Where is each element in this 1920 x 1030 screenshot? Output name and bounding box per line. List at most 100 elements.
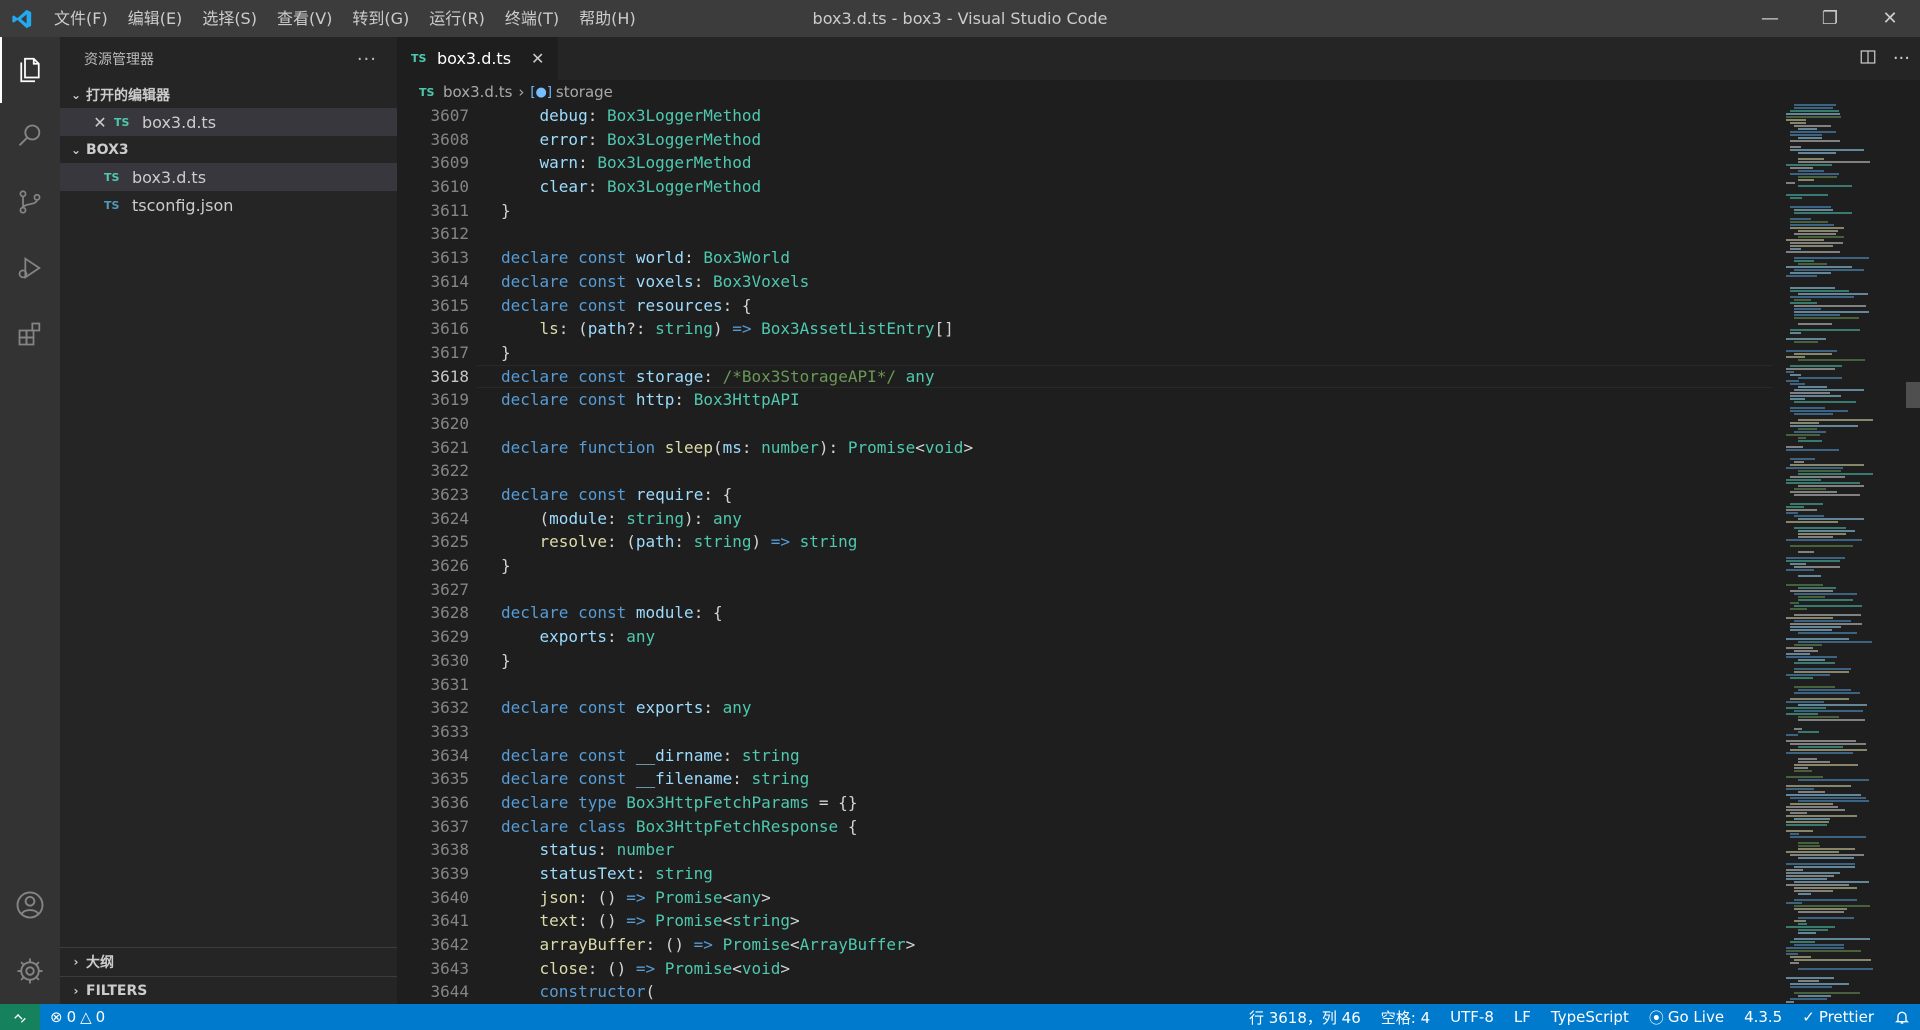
menu-item[interactable]: 终端(T) (495, 0, 569, 37)
code-token: const (578, 698, 627, 718)
minimap-line (1798, 551, 1814, 553)
code-token: declare (501, 792, 569, 812)
close-icon[interactable]: ✕ (531, 49, 544, 68)
end-of-line[interactable]: LF (1504, 1004, 1541, 1030)
minimap-line (1794, 353, 1832, 355)
minimap-line (1798, 704, 1867, 706)
minimap-line (1798, 800, 1869, 802)
restore-icon[interactable]: ❐ (1800, 0, 1860, 37)
minimap-line (1786, 467, 1843, 469)
split-editor-icon[interactable] (1859, 48, 1877, 70)
open-editor-item[interactable]: ✕ TS box3.d.ts (60, 108, 397, 136)
code-token: const (578, 366, 627, 386)
minimap-line (1790, 131, 1836, 133)
search-icon[interactable] (0, 103, 60, 169)
encoding[interactable]: UTF-8 (1440, 1004, 1504, 1030)
tab-box3-d-ts[interactable]: TS box3.d.ts ✕ (397, 37, 559, 80)
code-token: Promise (655, 887, 723, 907)
code-token: clear (501, 177, 588, 197)
more-actions-icon[interactable]: ··· (1893, 48, 1910, 69)
minimize-icon[interactable]: — (1740, 0, 1800, 37)
minimap-line (1798, 893, 1811, 895)
code-text: error: Box3LoggerMethod (501, 128, 762, 152)
language-mode[interactable]: TypeScript (1541, 1004, 1639, 1030)
code-token: => (626, 887, 646, 907)
minimap-line (1790, 224, 1834, 226)
problems-indicator[interactable]: ⊗ 0 △ 0 (40, 1004, 115, 1030)
minimap-line (1786, 740, 1856, 742)
menu-item[interactable]: 选择(S) (192, 0, 267, 37)
minimap-line (1798, 386, 1827, 388)
menu-item[interactable]: 查看(V) (267, 0, 342, 37)
open-editors-section[interactable]: ⌄ 打开的编辑器 (60, 81, 397, 108)
settings-gear-icon[interactable] (0, 938, 60, 1004)
minimap-line (1798, 779, 1869, 781)
code-token: string (626, 508, 685, 528)
code-text: arrayBuffer: () => Promise<ArrayBuffer> (501, 933, 916, 957)
indentation[interactable]: 空格: 4 (1371, 1004, 1440, 1030)
code-line: 3632 declare const exports: any (397, 696, 1773, 720)
code-token: declare (501, 295, 569, 315)
source-control-icon[interactable] (0, 169, 60, 235)
minimap-line (1790, 296, 1854, 298)
minimap-line (1786, 509, 1817, 511)
account-icon[interactable] (0, 872, 60, 938)
menu-item[interactable]: 转到(G) (342, 0, 419, 37)
remote-icon[interactable] (0, 1004, 40, 1030)
menu-item[interactable]: 运行(R) (419, 0, 495, 37)
code-token: < (732, 958, 742, 978)
explorer-icon[interactable] (0, 37, 60, 103)
code-token: const (578, 485, 627, 504)
code-line: 3640 json: () => Promise<any> (397, 886, 1773, 910)
close-icon[interactable]: ✕ (86, 113, 114, 132)
run-debug-icon[interactable] (0, 235, 60, 301)
file-item-box3-d-ts[interactable]: TS box3.d.ts (60, 163, 397, 191)
breadcrumb-symbol[interactable]: storage (556, 83, 613, 101)
filters-section[interactable]: › FILTERS (60, 976, 397, 1004)
minimap-line (1790, 602, 1799, 604)
more-actions-icon[interactable]: ··· (357, 49, 377, 70)
minimap-line (1786, 119, 1806, 121)
file-item-tsconfig[interactable]: TS tsconfig.json (60, 191, 397, 219)
minimap-line (1790, 698, 1849, 700)
minimap-line (1794, 866, 1855, 868)
code-editor[interactable]: 3607 debug: Box3LoggerMethod 3608 error: … (397, 104, 1773, 1004)
minimap[interactable] (1786, 104, 1906, 1004)
close-icon[interactable]: ✕ (1860, 0, 1920, 37)
minimap-line (1786, 806, 1838, 808)
prettier-button[interactable]: ✓ Prettier (1792, 1004, 1884, 1030)
code-token: Box3HttpAPI (693, 390, 800, 410)
go-live-button[interactable]: ⦿ Go Live (1639, 1004, 1734, 1030)
typescript-version[interactable]: 4.3.5 (1734, 1004, 1792, 1030)
code-token: declare (501, 603, 569, 623)
minimap-line (1790, 743, 1866, 745)
minimap-line (1786, 656, 1837, 658)
line-number: 3614 (430, 271, 469, 291)
code-text: declare const __dirname: string (501, 744, 800, 768)
code-token: type (578, 792, 617, 812)
minimap-line (1786, 251, 1840, 253)
menu-item[interactable]: 编辑(E) (118, 0, 193, 37)
outline-section[interactable]: › 大纲 (60, 948, 397, 976)
minimap-line (1786, 950, 1861, 952)
cursor-position[interactable]: 行 3618，列 46 (1239, 1004, 1371, 1030)
bell-icon[interactable] (1884, 1004, 1920, 1030)
code-line: 3618 declare const storage: /*Box3Storage… (397, 364, 1773, 389)
menu-item[interactable]: 帮助(H) (569, 0, 646, 37)
minimap-line (1786, 479, 1821, 481)
code-token: ( (501, 508, 550, 528)
vertical-scrollbar[interactable] (1906, 104, 1920, 1004)
code-token: : (722, 745, 742, 765)
scrollbar-thumb[interactable] (1906, 382, 1920, 408)
code-token: : ( (606, 532, 636, 552)
folder-section-box3[interactable]: ⌄ BOX3 (60, 136, 397, 163)
minimap-line (1798, 533, 1846, 535)
menu-item[interactable]: 文件(F) (44, 0, 118, 37)
extensions-icon[interactable] (0, 301, 60, 367)
minimap-line (1786, 617, 1833, 619)
breadcrumb-file[interactable]: box3.d.ts (443, 83, 512, 101)
